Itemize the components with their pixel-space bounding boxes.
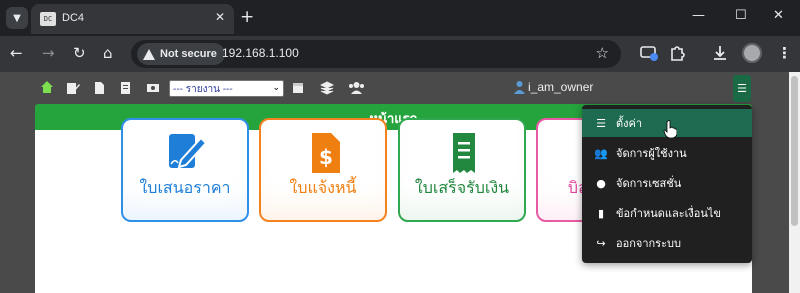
menu-item-label: ออกจากระบบ	[616, 237, 681, 250]
layers-icon[interactable]	[320, 81, 334, 95]
scrollbar-thumb[interactable]	[791, 76, 798, 226]
invoice-card[interactable]: $ ใบแจ้งหนี้	[259, 118, 387, 222]
card-label: ใบเสนอราคา	[139, 178, 231, 197]
svg-text:$: $	[319, 145, 333, 169]
user-icon	[514, 81, 525, 94]
forward-icon[interactable]: →	[42, 44, 55, 62]
menu-item-sessions[interactable]: ● จัดการเซสชั่น	[582, 169, 752, 197]
hamburger-menu-button[interactable]: ☰	[733, 75, 751, 102]
back-icon[interactable]: ←	[10, 44, 23, 62]
tab-search-button[interactable]: ▼	[6, 7, 28, 29]
extensions-puzzle-icon[interactable]	[668, 44, 686, 62]
download-icon[interactable]	[711, 44, 729, 62]
quotation-icon	[169, 134, 208, 169]
menu-item-label: ตั้งค่า	[616, 117, 643, 130]
address-bar: ← → ↻ ⌂ Not secure 192.168.1.100 ☆	[0, 36, 800, 72]
window-close-icon[interactable]: ✕	[773, 8, 784, 24]
receipt-icon	[453, 133, 475, 173]
bookmark-star-icon[interactable]: ☆	[596, 44, 609, 62]
url-text: 192.168.1.100	[222, 46, 299, 60]
invoice-icon: $	[312, 133, 340, 173]
card-label: ใบแจ้งหนี้	[289, 178, 357, 197]
invoice-icon[interactable]	[94, 81, 105, 95]
menu-item-label: ข้อกำหนดและเงื่อนไข	[616, 207, 721, 220]
minimize-icon[interactable]: —	[692, 8, 705, 24]
menu-item-logout[interactable]: ↪ ออกจากระบบ	[582, 229, 752, 257]
new-tab-button[interactable]: +	[240, 7, 254, 27]
report-select-value: --- รายงาน ---	[173, 84, 233, 95]
hamburger-icon: ☰	[737, 82, 747, 95]
reload-icon[interactable]: ↻	[73, 44, 86, 62]
cash-icon[interactable]	[146, 81, 160, 95]
calendar-icon[interactable]	[292, 81, 304, 94]
chevron-down-icon: ⌄	[272, 82, 280, 92]
security-chip[interactable]: Not secure	[137, 43, 225, 65]
cast-extension-icon[interactable]	[640, 44, 658, 62]
receipt-card[interactable]: ใบเสร็จรับเงิน	[398, 118, 526, 222]
profile-avatar[interactable]	[742, 43, 762, 63]
home-icon[interactable]: ⌂	[103, 44, 113, 62]
menu-item-label: จัดการผู้ใช้งาน	[616, 147, 687, 160]
logout-icon: ↪	[596, 236, 606, 250]
settings-sliders-icon: ☰	[596, 116, 606, 130]
card-label: ใบเสร็จรับเงิน	[414, 178, 510, 197]
report-select[interactable]: --- รายงาน --- ⌄	[169, 80, 284, 97]
security-label: Not secure	[160, 48, 217, 60]
favicon-icon: DC	[40, 12, 56, 26]
hand-cursor-icon	[663, 120, 677, 138]
menu-item-label: จัดการเซสชั่น	[616, 177, 682, 190]
users-icon: 👥	[594, 146, 608, 160]
edit-document-icon[interactable]	[66, 81, 80, 95]
user-session-icon: ●	[596, 176, 606, 190]
receipt-icon[interactable]	[120, 81, 131, 95]
menu-item-users[interactable]: 👥 จัดการผู้ใช้งาน	[582, 139, 752, 167]
page-scrollbar[interactable]	[789, 72, 800, 293]
menu-item-terms[interactable]: ▮ ข้อกำหนดและเงื่อนไข	[582, 199, 752, 227]
browser-tab[interactable]: DC DC4 ✕	[31, 4, 234, 34]
warning-icon	[143, 48, 155, 60]
browser-menu-icon[interactable]: ⋮	[777, 44, 792, 62]
document-icon: ▮	[597, 206, 605, 220]
username-label[interactable]: i_am_owner	[528, 80, 593, 94]
omnibox[interactable]: Not secure 192.168.1.100 ☆	[131, 40, 621, 68]
tab-close-icon[interactable]: ✕	[215, 10, 225, 24]
quotation-card[interactable]: ใบเสนอราคา	[121, 118, 249, 222]
users-icon[interactable]	[348, 81, 365, 95]
tab-title: DC4	[62, 12, 85, 24]
home-icon[interactable]	[40, 80, 54, 94]
maximize-icon[interactable]: ☐	[735, 8, 747, 24]
browser-tab-bar: ▼ DC DC4 ✕ + — ☐ ✕	[0, 0, 800, 36]
